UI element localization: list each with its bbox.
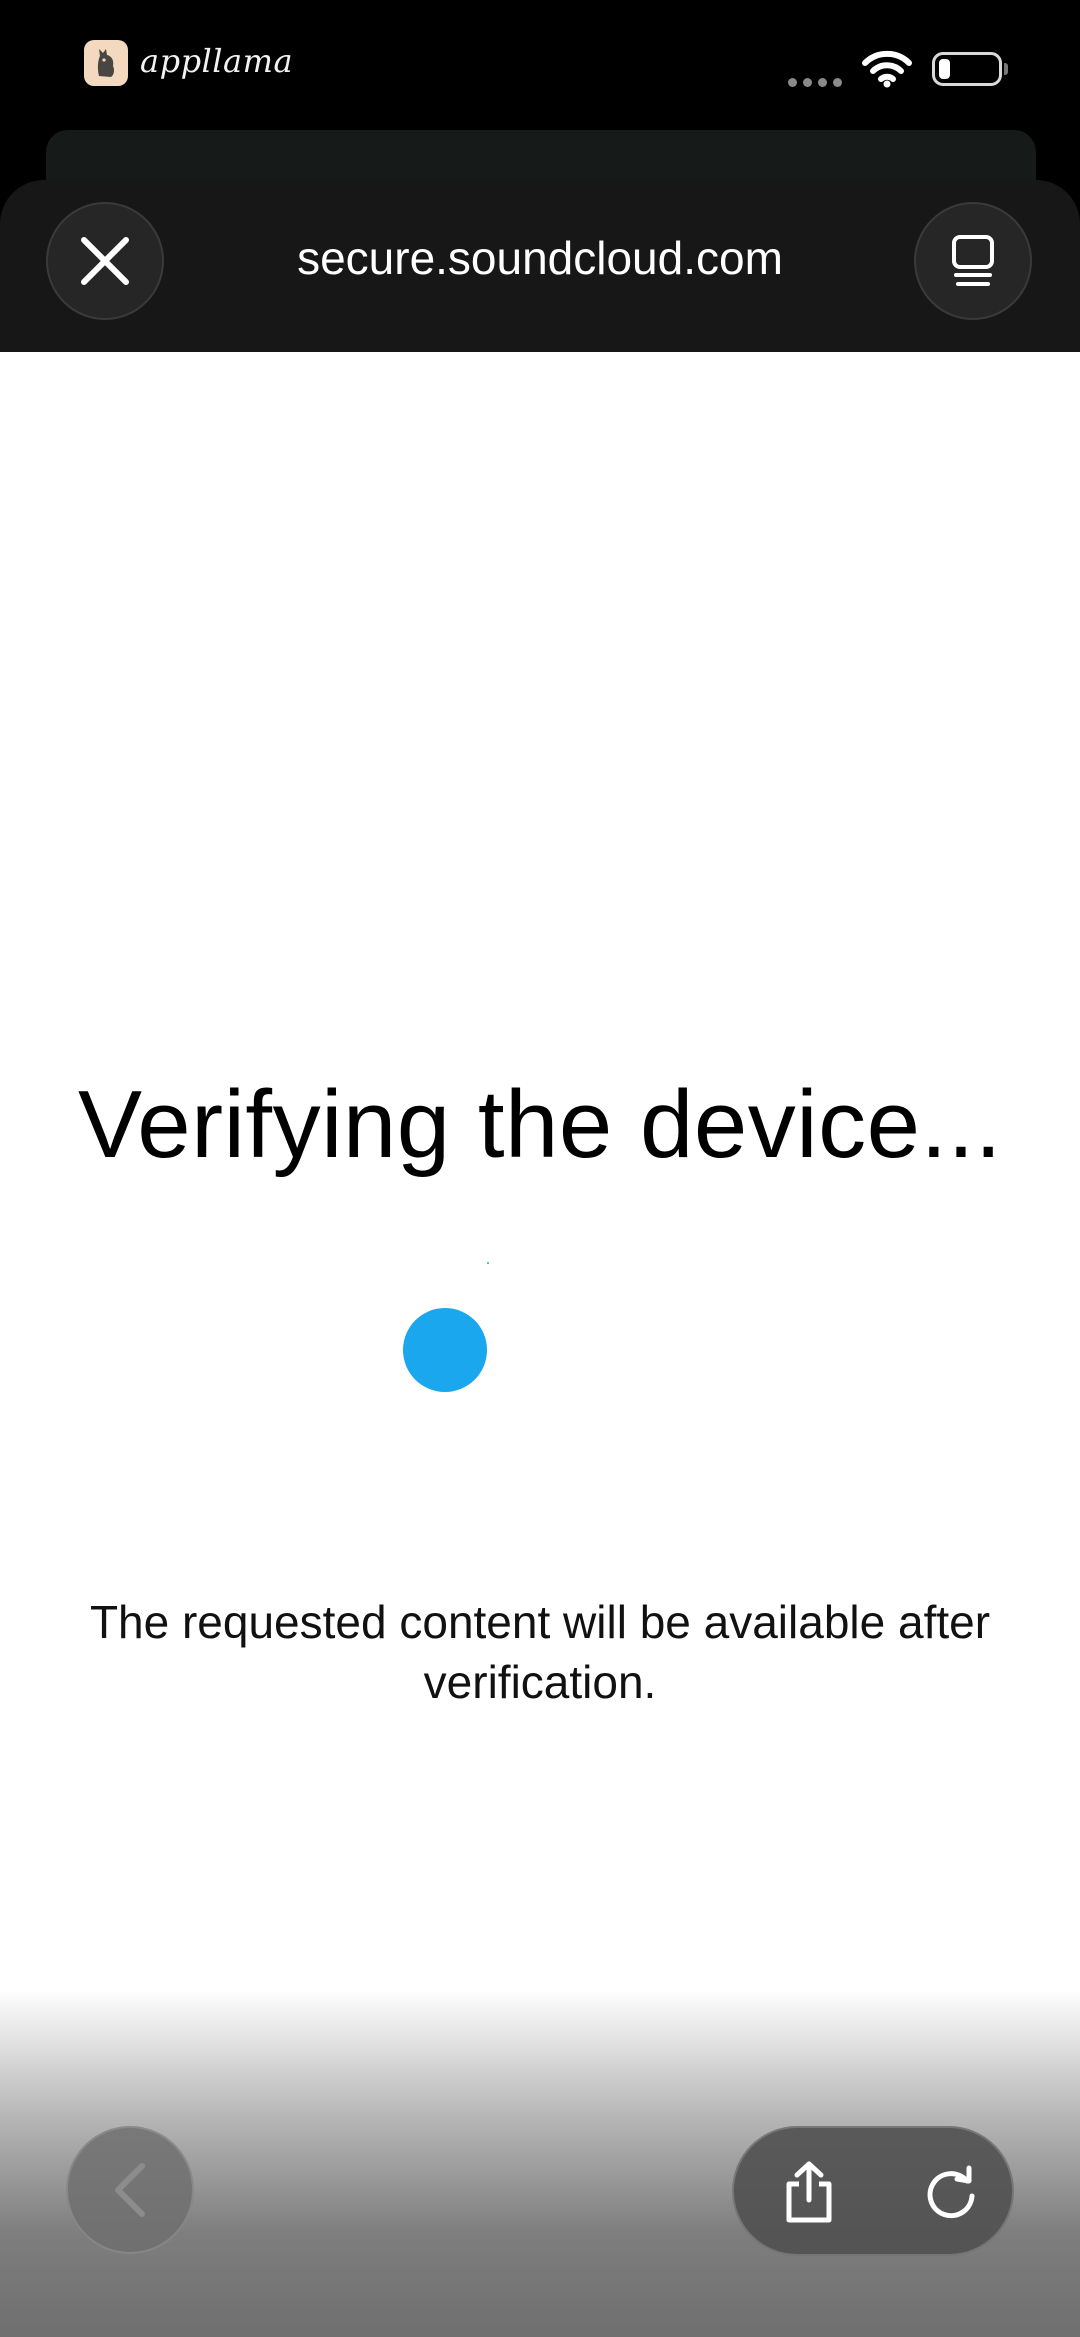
reload-button[interactable] bbox=[906, 2148, 996, 2238]
status-bar: appllama bbox=[0, 0, 1080, 130]
battery-icon bbox=[932, 52, 1002, 86]
loading-spinner bbox=[403, 1308, 487, 1392]
verification-message: The requested content will be available … bbox=[89, 1596, 991, 1708]
reload-icon bbox=[927, 2165, 975, 2219]
share-icon bbox=[786, 2161, 832, 2223]
action-toolbar bbox=[732, 2126, 1014, 2256]
close-icon bbox=[81, 237, 129, 285]
tabs-icon bbox=[952, 235, 994, 286]
back-button[interactable] bbox=[66, 2126, 194, 2254]
tabs-button[interactable] bbox=[914, 202, 1032, 320]
share-button[interactable] bbox=[764, 2148, 854, 2238]
wifi-icon bbox=[862, 50, 912, 88]
page-title: Verifying the device... bbox=[77, 1071, 1002, 1178]
appllama-logo-icon bbox=[84, 40, 128, 86]
battery-level bbox=[939, 59, 950, 79]
carrier-name: appllama bbox=[140, 42, 294, 80]
signal-icon bbox=[788, 78, 842, 87]
battery-cap bbox=[1004, 63, 1008, 75]
loading-spinner-trail bbox=[487, 1262, 489, 1264]
page: appllama secure.soundcloud.com Verifying… bbox=[0, 0, 1080, 2337]
chevron-left-icon bbox=[115, 2163, 145, 2217]
close-button[interactable] bbox=[46, 202, 164, 320]
url-label[interactable]: secure.soundcloud.com bbox=[200, 228, 880, 288]
